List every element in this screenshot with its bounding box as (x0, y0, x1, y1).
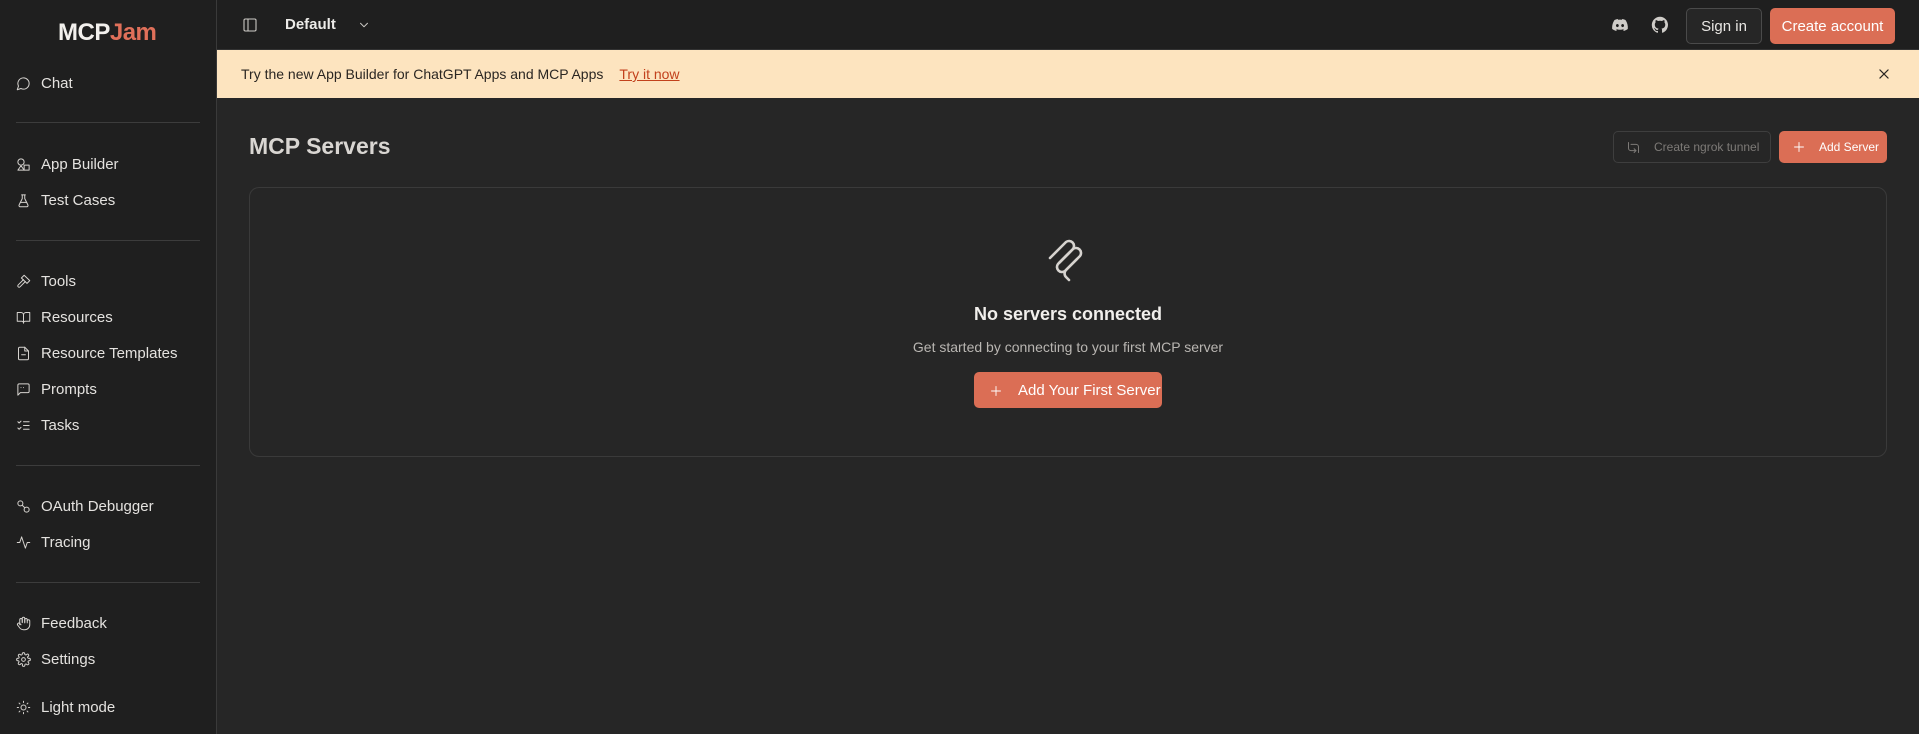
hammer-icon (17, 274, 31, 288)
sidebar-item-oauth-debugger[interactable]: OAuth Debugger (16, 493, 154, 519)
sidebar: MCPJam Chat App Builder Test Cases Tools… (0, 0, 217, 734)
ngrok-button-label: Create ngrok tunnel (1654, 140, 1760, 154)
message-square-icon (17, 382, 30, 396)
brand-logo-part1: MCP (58, 19, 110, 46)
sidebar-divider (16, 582, 200, 583)
file-template-icon (18, 346, 29, 360)
sidebar-item-label: Tracing (41, 533, 91, 551)
sidebar-item-label: Feedback (41, 614, 107, 632)
create-account-button[interactable]: Create account (1770, 8, 1895, 44)
sidebar-divider (16, 240, 200, 241)
github-icon[interactable] (1651, 16, 1669, 34)
sidebar-item-label: Settings (41, 650, 96, 668)
sidebar-item-settings[interactable]: Settings (16, 646, 95, 672)
sidebar-item-label: Light mode (41, 698, 116, 716)
sidebar-item-feedback[interactable]: Feedback (16, 610, 107, 636)
sidebar-item-label: App Builder (41, 155, 119, 173)
page-title: MCP Servers (249, 133, 391, 159)
app-builder-icon (17, 157, 30, 171)
hand-icon (17, 616, 31, 630)
sidebar-item-resources[interactable]: Resources (16, 304, 113, 330)
create-ngrok-tunnel-button[interactable]: Create ngrok tunnel (1613, 131, 1771, 163)
sidebar-item-label: OAuth Debugger (41, 497, 154, 515)
sidebar-item-resource-templates[interactable]: Resource Templates (16, 340, 177, 366)
tunnel-icon (1626, 140, 1641, 155)
sign-in-button[interactable]: Sign in (1686, 8, 1762, 44)
gear-icon (16, 651, 31, 667)
top-bar: Default Sign in Create account (217, 0, 1919, 50)
workspace-selector[interactable]: Default (285, 16, 336, 33)
sidebar-item-app-builder[interactable]: App Builder (16, 151, 119, 177)
sidebar-item-test-cases[interactable]: Test Cases (16, 187, 115, 213)
activity-icon (16, 535, 31, 549)
key-link-icon (17, 499, 30, 513)
banner-text: Try the new App Builder for ChatGPT Apps… (241, 66, 604, 82)
announcement-banner: Try the new App Builder for ChatGPT Apps… (217, 50, 1919, 98)
sidebar-divider (16, 465, 200, 466)
plus-icon (1793, 141, 1805, 153)
flask-icon (18, 193, 29, 207)
sidebar-item-label: Tasks (41, 416, 80, 434)
sidebar-item-tools[interactable]: Tools (16, 268, 76, 294)
sidebar-item-label: Tools (41, 272, 77, 290)
sidebar-item-label: Test Cases (41, 191, 116, 209)
chat-bubble-icon (16, 76, 30, 90)
empty-state-title: No servers connected (973, 304, 1163, 324)
sidebar-divider (16, 122, 200, 123)
brand-logo[interactable]: MCPJam (58, 19, 157, 47)
sidebar-item-label: Resources (41, 308, 113, 326)
banner-link[interactable]: Try it now (619, 66, 679, 82)
close-icon[interactable] (1877, 67, 1891, 81)
add-first-server-button[interactable]: Add Your First Server (974, 372, 1162, 408)
book-icon (16, 311, 31, 324)
add-first-server-label: Add Your First Server (1018, 381, 1161, 399)
add-server-label: Add Server (1819, 140, 1880, 154)
sidebar-item-light-mode[interactable]: Light mode (16, 694, 115, 720)
sidebar-item-tracing[interactable]: Tracing (16, 529, 90, 555)
mcp-logo-icon (1044, 236, 1092, 284)
plus-icon (990, 384, 1002, 396)
sidebar-item-chat[interactable]: Chat (16, 70, 73, 96)
sidebar-item-tasks[interactable]: Tasks (16, 412, 79, 438)
sidebar-item-label: Prompts (41, 380, 97, 398)
sidebar-item-label: Chat (41, 74, 73, 92)
sidebar-item-prompts[interactable]: Prompts (16, 376, 97, 402)
empty-state-card: No servers connected Get started by conn… (249, 187, 1887, 457)
panel-toggle-icon[interactable] (242, 17, 258, 33)
chevron-down-icon[interactable] (357, 18, 371, 32)
add-server-button[interactable]: Add Server (1779, 131, 1887, 163)
list-checks-icon (17, 420, 30, 430)
discord-icon[interactable] (1611, 16, 1629, 34)
sun-icon (16, 700, 31, 714)
brand-logo-part2: Jam (109, 19, 157, 46)
empty-state-subtitle: Get started by connecting to your first … (912, 339, 1224, 355)
sidebar-item-label: Resource Templates (41, 344, 178, 362)
